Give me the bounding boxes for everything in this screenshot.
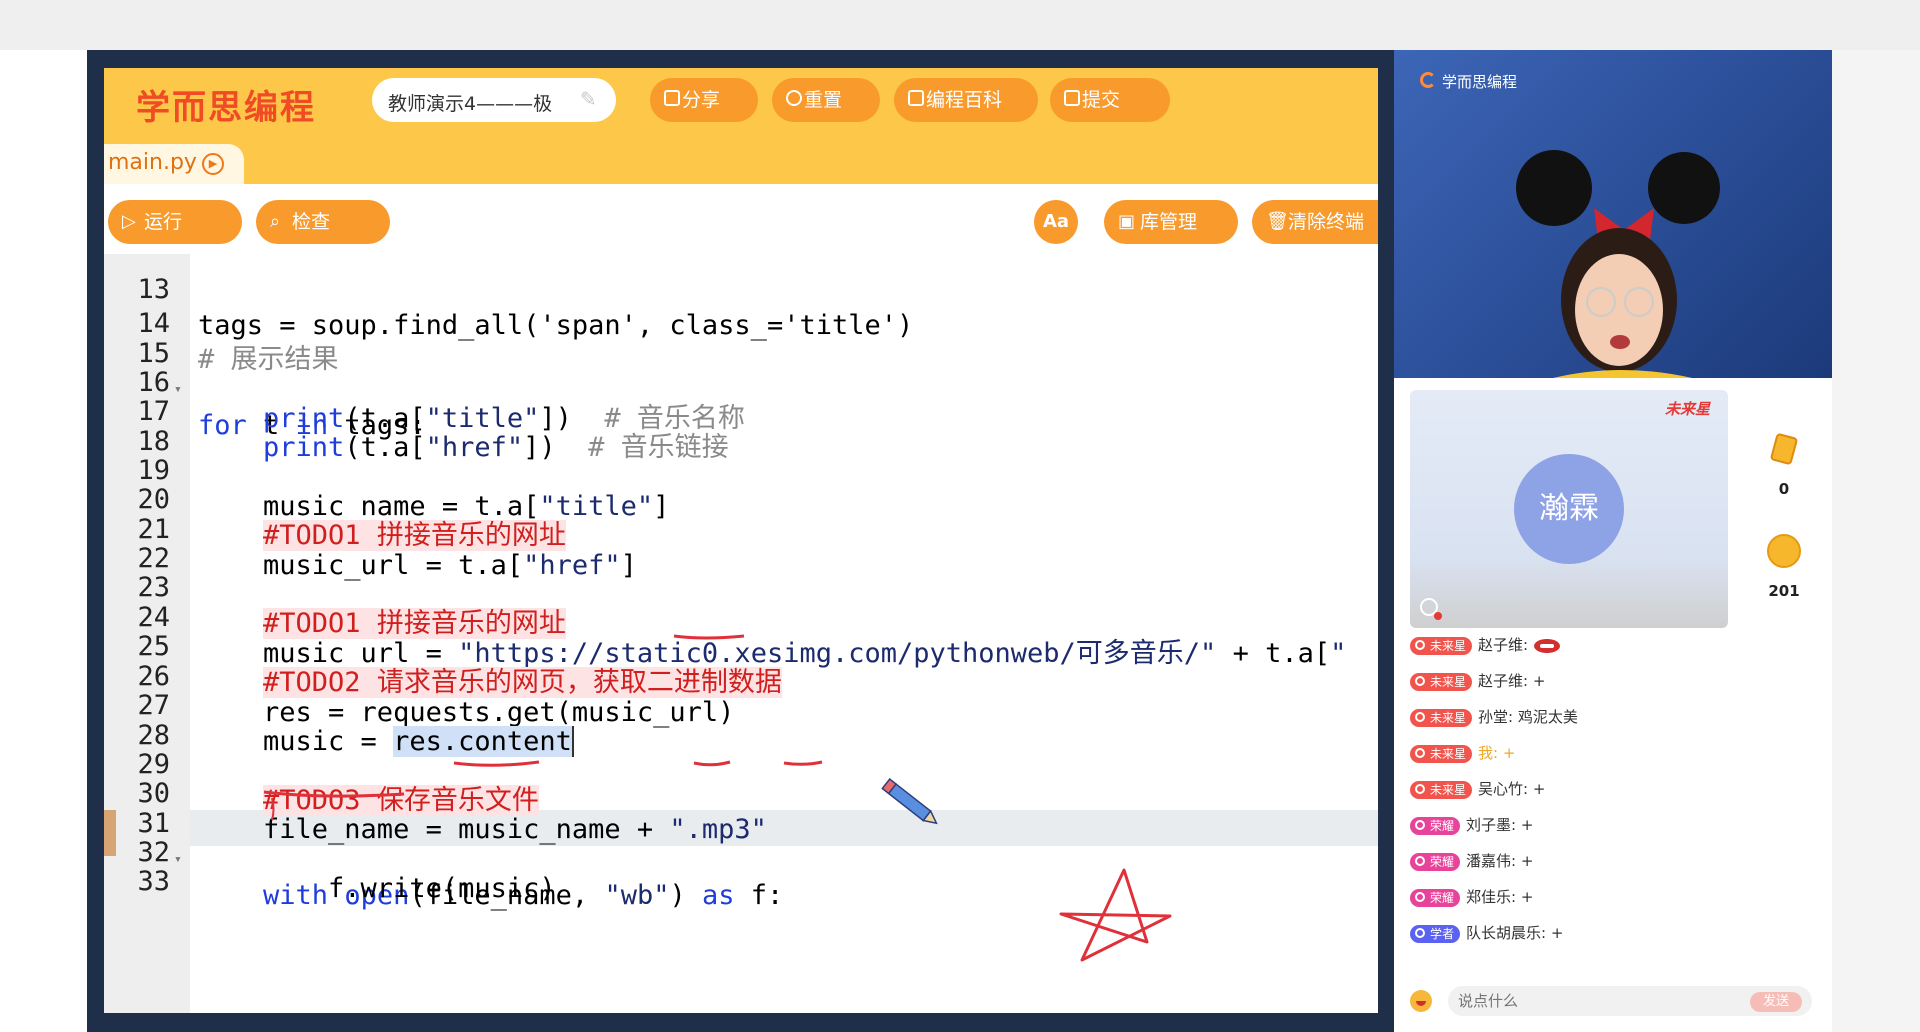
student-card[interactable]: 未来星 瀚霖 — [1410, 390, 1728, 628]
chat-badge: 未来星 — [1410, 636, 1473, 655]
submit-label: 提交 — [1082, 89, 1121, 111]
chat-message: 未来星 赵子维: + — [1410, 669, 1545, 693]
chat-sender: 潘嘉伟: — [1466, 852, 1517, 870]
project-title-field[interactable]: 教师演示4———极 ✎ — [372, 78, 616, 122]
student-avatar: 瀚霖 — [1514, 454, 1624, 564]
chat-sender: 郑佳乐: — [1466, 888, 1517, 906]
share-icon — [664, 90, 680, 106]
wiki-button[interactable]: 编程百科 — [894, 78, 1038, 122]
run-button[interactable]: ▷ 运行 — [108, 200, 242, 244]
line-number: 33 — [137, 866, 170, 897]
chat-text: + — [1550, 924, 1564, 942]
webcam-logo-text: 学而思编程 — [1442, 73, 1518, 91]
chat-sender: 吴心竹: — [1478, 780, 1529, 798]
file-tab-main[interactable]: main.py ▶ — [104, 144, 244, 184]
chat-badge: 荣耀 — [1410, 816, 1461, 835]
reset-label: 重置 — [804, 89, 843, 111]
right-margin — [1832, 50, 1920, 1032]
level-badge: 未来星 — [1664, 400, 1710, 418]
code-text: f.write(music) — [198, 873, 556, 904]
submit-button[interactable]: 提交 — [1050, 78, 1170, 122]
chat-text: + — [1532, 780, 1546, 798]
chat-text: + — [1520, 888, 1534, 906]
chat-text: + — [1520, 816, 1534, 834]
chat-sender: 孙堂: — [1478, 708, 1514, 726]
chat-message: 未来星 孙堂: 鸡泥太美 — [1410, 705, 1578, 729]
ide-header: 学而思编程 教师演示4———极 ✎ 分享 重置 编程百科 提交 main.py … — [104, 68, 1378, 184]
font-size-button[interactable]: Aa — [1034, 200, 1078, 244]
chat-input-row: 发送 — [1410, 982, 1820, 1018]
idol-coin-icon — [1767, 534, 1801, 568]
coin-stat: 201 — [1764, 534, 1804, 600]
chat-badge: 荣耀 — [1410, 852, 1461, 871]
edit-pencil-icon[interactable]: ✎ — [580, 88, 602, 110]
chat-sender: 赵子维: — [1478, 636, 1529, 654]
chat-badge: 未来星 — [1410, 708, 1473, 727]
chat-badge: 学者 — [1410, 924, 1461, 943]
emoji-icon[interactable] — [1410, 990, 1432, 1012]
upload-icon — [1064, 90, 1080, 106]
reset-button[interactable]: 重置 — [772, 78, 880, 122]
coin-count: 201 — [1768, 582, 1800, 600]
chat-sender: 刘子墨: — [1466, 816, 1517, 834]
chat-sender: 我: — [1478, 744, 1499, 762]
package-icon: ▣ — [1118, 211, 1136, 232]
chat-message: 荣耀 郑佳乐: + — [1410, 885, 1533, 909]
share-label: 分享 — [682, 89, 721, 111]
chat-message: 学者 队长胡晨乐: + — [1410, 921, 1563, 945]
card-icon — [1770, 433, 1798, 465]
library-button[interactable]: ▣ 库管理 — [1104, 200, 1238, 244]
brand-icon — [1420, 72, 1436, 88]
run-label: 运行 — [144, 211, 183, 233]
search-icon: ⌕ — [270, 211, 281, 232]
wiki-label: 编程百科 — [926, 89, 1003, 111]
teacher-video — [1516, 150, 1720, 378]
editor-toolbar: ▷ 运行 ⌕ 检查 Aa ▣ 库管理 🗑 清除终端 — [104, 184, 1378, 254]
code-line: 33 — [104, 828, 1378, 897]
clear-label: 清除终端 — [1288, 211, 1365, 233]
project-title: 教师演示4———极 — [388, 93, 553, 115]
chat-message: 未来星 吴心竹: + — [1410, 777, 1545, 801]
classroom-panel: 未来星 瀚霖 0 201 未来星 赵子维: 未来星 赵子维: + 未来星 孙堂: 鸡泥… — [1394, 378, 1832, 1032]
send-button[interactable]: 发送 — [1750, 992, 1802, 1012]
clear-terminal-button[interactable]: 🗑 清除终端 — [1252, 200, 1378, 244]
chat-badge: 未来星 — [1410, 672, 1473, 691]
card-count: 0 — [1778, 480, 1790, 498]
check-button[interactable]: ⌕ 检查 — [256, 200, 390, 244]
reset-icon — [786, 90, 802, 106]
browser-top-bar — [0, 0, 1920, 50]
chat-message: 荣耀 潘嘉伟: + — [1410, 849, 1533, 873]
mic-off-icon[interactable] — [1420, 598, 1442, 620]
check-label: 检查 — [292, 211, 331, 233]
play-icon: ▷ — [122, 211, 136, 232]
play-circle-icon[interactable]: ▶ — [202, 153, 224, 175]
library-label: 库管理 — [1140, 211, 1198, 233]
chat-badge: 未来星 — [1410, 744, 1473, 763]
chat-message: 未来星 我: + — [1410, 741, 1515, 765]
code-ide: 学而思编程 教师演示4———极 ✎ 分享 重置 编程百科 提交 main.py … — [104, 68, 1378, 1013]
chat-text: + — [1520, 852, 1534, 870]
star-drawing — [1059, 868, 1172, 962]
chat-text: + — [1502, 744, 1516, 762]
teacher-webcam: 学而思编程 — [1394, 50, 1832, 378]
card-stat: 0 — [1764, 432, 1804, 498]
chat-text: + — [1532, 672, 1546, 690]
lips-emoji-icon — [1534, 638, 1561, 653]
chat-badge: 未来星 — [1410, 780, 1473, 799]
book-icon — [908, 90, 924, 106]
share-button[interactable]: 分享 — [650, 78, 758, 122]
chat-badge: 荣耀 — [1410, 888, 1461, 907]
file-tab-label: main.py — [108, 150, 197, 175]
chat-sender: 赵子维: — [1478, 672, 1529, 690]
chat-sender: 队长胡晨乐: — [1466, 924, 1547, 942]
chat-text: 鸡泥太美 — [1517, 708, 1578, 726]
code-editor[interactable]: 13 tags = soup.find_all('span', class_='… — [104, 254, 1378, 1013]
chat-message: 荣耀 刘子墨: + — [1410, 813, 1533, 837]
chat-message: 未来星 赵子维: — [1410, 633, 1561, 657]
xueersi-logo: 学而思编程 — [136, 88, 316, 128]
trash-icon: 🗑 — [1266, 211, 1289, 232]
